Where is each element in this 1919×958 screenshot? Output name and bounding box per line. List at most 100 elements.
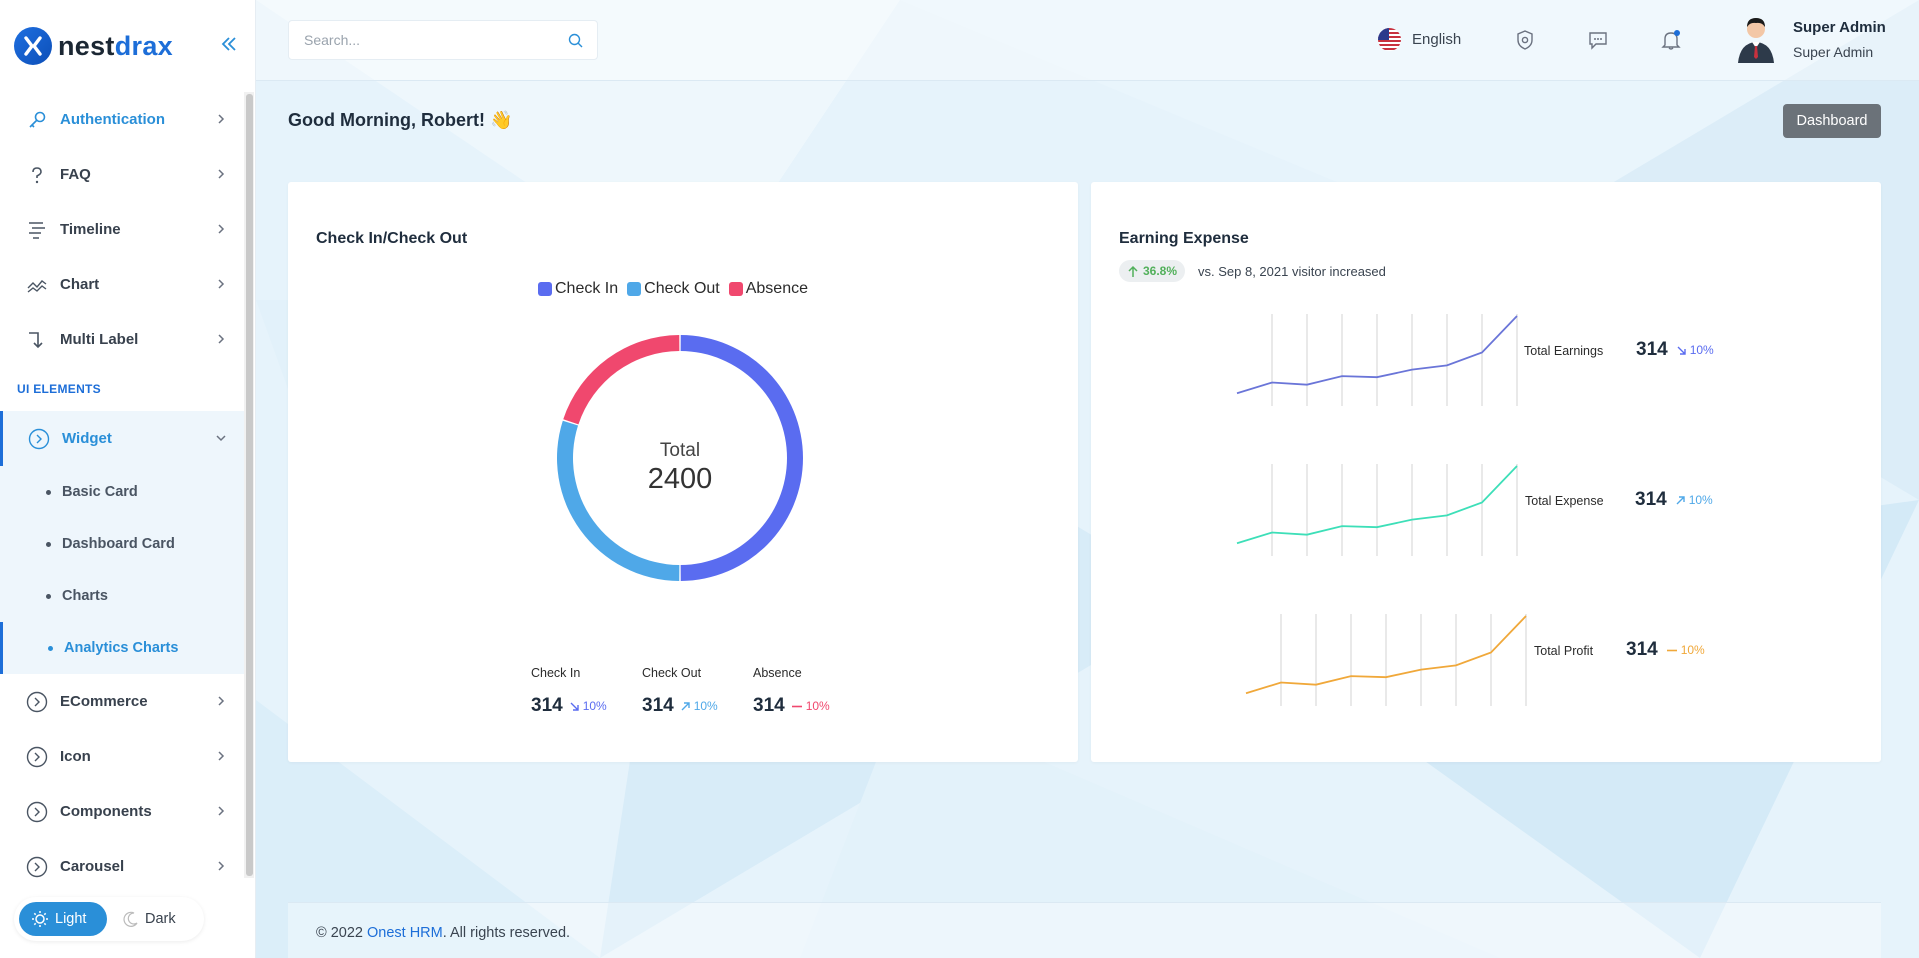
sidebar-item-carousel[interactable]: Carousel — [0, 839, 244, 894]
chevron-right-icon — [218, 861, 225, 871]
row-percent: 10% — [1688, 493, 1713, 507]
avatar — [1738, 18, 1774, 63]
row-label: Total Earnings — [1524, 344, 1604, 358]
legend-swatch — [538, 282, 552, 296]
expense-value: 314 10% — [1635, 489, 1713, 511]
sidebar-item-ecommerce[interactable]: ECommerce — [0, 674, 244, 729]
stat-label: Absence — [753, 666, 802, 680]
legend-swatch — [728, 282, 743, 296]
section-title-ui-elements: UI ELEMENTS — [17, 382, 101, 396]
search-input[interactable] — [289, 32, 549, 48]
chat-icon[interactable] — [1585, 27, 1611, 53]
notification-bell-icon[interactable] — [1658, 27, 1684, 53]
dark-label: Dark — [145, 911, 176, 927]
language-selector[interactable]: English — [1378, 28, 1461, 51]
row-value: 314 — [1636, 339, 1668, 360]
chevron-right-icon — [218, 279, 225, 289]
sidebar-item-components[interactable]: Components — [0, 784, 244, 839]
footer-link[interactable]: Onest HRM — [367, 925, 443, 941]
circle-chevron-icon — [28, 428, 50, 450]
arrow-down-right-icon — [570, 702, 579, 711]
trend-percent: 36.8% — [1143, 264, 1178, 278]
trend-description: vs. Sep 8, 2021 visitor increased — [1198, 264, 1386, 279]
earning-expense-card: Earning Expense 36.8% vs. Sep 8, 2021 vi… — [1091, 182, 1881, 762]
checkin-donut-chart: Total 2400 — [557, 335, 803, 581]
trend-badge: 36.8% — [1119, 260, 1186, 282]
circle-chevron-icon — [26, 856, 48, 878]
chevron-right-icon — [218, 224, 225, 234]
donut-center-label: Total — [660, 440, 700, 461]
chevron-down-icon — [216, 435, 226, 442]
sidebar-item-icon[interactable]: Icon — [0, 729, 244, 784]
arrow-down-right-icon — [1677, 346, 1686, 355]
chevron-right-icon — [218, 114, 225, 124]
stat-label: Check Out — [642, 666, 702, 680]
user-name: Super Admin — [1793, 18, 1886, 36]
sidebar-item-authentication[interactable]: Authentication — [0, 92, 244, 147]
chevron-right-icon — [218, 806, 225, 816]
chart-icon — [26, 274, 48, 296]
sidebar-item-widget[interactable]: Widget — [0, 411, 244, 466]
sidebar-item-label: Carousel — [60, 858, 125, 875]
legend-label: Check In — [555, 280, 619, 297]
dash-flat-icon — [1666, 649, 1677, 651]
sidebar-item-multi-label[interactable]: Multi Label — [0, 312, 244, 367]
sidebar-item-label: Widget — [62, 430, 112, 447]
sidebar-item-label: Chart — [60, 276, 100, 293]
legend-item-absence[interactable]: Absence — [728, 280, 808, 298]
stat-label: Check In — [531, 666, 581, 680]
arrow-up-right-icon — [1676, 495, 1685, 504]
copyright-text: © 2022 Onest HRM. All rights reserved. — [316, 925, 570, 941]
legend-item-check-out[interactable]: Check Out — [627, 280, 720, 298]
row-percent: 10% — [1680, 643, 1705, 657]
chevron-right-icon — [218, 334, 225, 344]
stat-percent: 10% — [805, 699, 830, 713]
row-percent: 10% — [1689, 343, 1714, 357]
sidebar-item-label: Multi Label — [60, 331, 139, 348]
sidebar-item-label: FAQ — [60, 166, 91, 183]
chevron-right-icon — [218, 751, 225, 761]
stat-value: 314 — [531, 695, 563, 716]
donut-slice-absence[interactable] — [563, 335, 680, 425]
card-title: Check In/Check Out — [316, 230, 468, 247]
collapse-sidebar-icon[interactable] — [218, 33, 240, 55]
theme-switch: Light Dark — [14, 897, 204, 941]
dark-theme-button[interactable]: Dark — [111, 902, 188, 936]
shield-settings-icon[interactable] — [1512, 27, 1538, 53]
stat-value: 314 — [753, 695, 785, 716]
row-value: 314 — [1626, 639, 1658, 660]
row-label: Total Profit — [1534, 644, 1594, 658]
sidebar-item-faq[interactable]: FAQ — [0, 147, 244, 202]
moon-icon — [123, 911, 138, 927]
sidebar-item-label: Components — [60, 803, 152, 820]
dashboard-breadcrumb-button[interactable]: Dashboard — [1783, 104, 1881, 138]
stat-check-out: Check Out 314 10% — [642, 666, 753, 717]
sub-item-dashboard-card[interactable]: Dashboard Card — [0, 518, 244, 570]
chevron-right-icon — [218, 169, 225, 179]
sub-item-charts[interactable]: Charts — [0, 570, 244, 622]
light-label: Light — [55, 911, 87, 927]
sub-item-label: Basic Card — [62, 484, 138, 500]
sidebar-item-chart[interactable]: Chart — [0, 257, 244, 312]
row-value: 314 — [1635, 489, 1667, 510]
search-box — [288, 20, 598, 60]
circle-chevron-icon — [26, 691, 48, 713]
question-icon — [26, 164, 48, 186]
sidebar-item-timeline[interactable]: Timeline — [0, 202, 244, 257]
search-icon[interactable] — [568, 33, 583, 48]
sub-item-basic-card[interactable]: Basic Card — [0, 466, 244, 518]
brand-name: nestdrax — [58, 30, 173, 61]
sub-item-label: Analytics Charts — [64, 640, 179, 656]
logo[interactable]: nestdrax — [0, 0, 255, 92]
light-theme-button[interactable]: Light — [19, 902, 107, 936]
circle-chevron-icon — [26, 746, 48, 768]
language-label: English — [1412, 31, 1462, 48]
earnings-sparkline — [1236, 314, 1518, 406]
sidebar-item-label: ECommerce — [60, 693, 148, 710]
user-profile[interactable]: Super Admin Super Admin — [1734, 15, 1886, 63]
sub-item-analytics-charts[interactable]: Analytics Charts — [0, 622, 244, 674]
profit-sparkline — [1245, 614, 1527, 706]
legend-item-check-in[interactable]: Check In — [538, 280, 618, 298]
footer: © 2022 Onest HRM. All rights reserved. — [288, 902, 1881, 958]
sidebar-scrollbar-thumb[interactable] — [246, 94, 253, 876]
